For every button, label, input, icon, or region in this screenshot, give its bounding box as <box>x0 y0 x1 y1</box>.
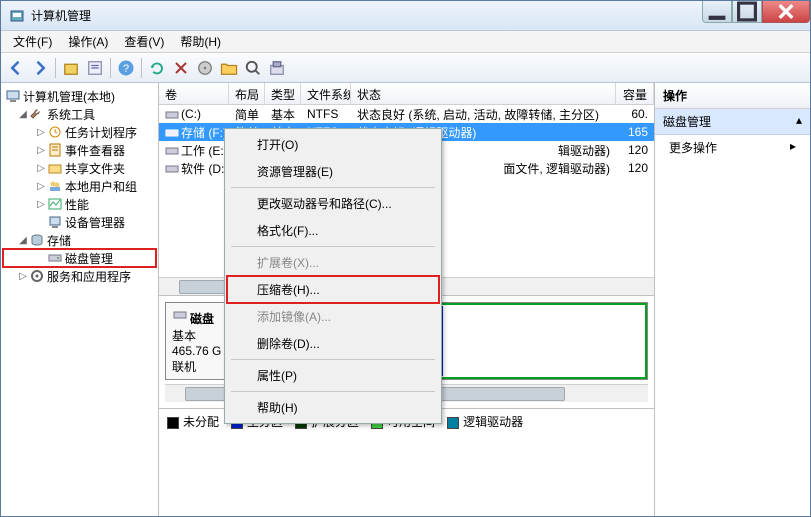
expand-icon[interactable]: ▷ <box>35 145 47 156</box>
tree-panel: 计算机管理(本地) ◢系统工具 ▷任务计划程序 ▷事件查看器 ▷共享文件夹 ▷本… <box>1 83 159 516</box>
properties-button[interactable] <box>84 57 106 79</box>
expand-icon[interactable]: ▷ <box>35 181 47 192</box>
col-layout[interactable]: 布局 <box>229 83 265 104</box>
menu-view[interactable]: 查看(V) <box>116 31 172 52</box>
ctx-explorer[interactable]: 资源管理器(E) <box>227 158 439 185</box>
minimize-button[interactable] <box>702 1 732 23</box>
tree-eventviewer[interactable]: ▷事件查看器 <box>3 141 156 159</box>
users-icon <box>47 178 63 194</box>
ctx-open[interactable]: 打开(O) <box>227 131 439 158</box>
expand-icon[interactable]: ▷ <box>35 127 47 138</box>
expand-icon[interactable]: ▷ <box>17 271 29 282</box>
drive-icon <box>165 163 179 175</box>
delete-icon[interactable] <box>170 57 192 79</box>
menu-help[interactable]: 帮助(H) <box>172 31 229 52</box>
legend-logical-icon <box>447 417 459 429</box>
up-button[interactable] <box>60 57 82 79</box>
expand-icon[interactable]: ▷ <box>35 163 47 174</box>
disk-icon <box>47 250 63 266</box>
open-folder-icon[interactable] <box>218 57 240 79</box>
disk-icon[interactable] <box>194 57 216 79</box>
menu-action[interactable]: 操作(A) <box>60 31 116 52</box>
collapse-icon[interactable]: ◢ <box>17 109 29 120</box>
svg-text:?: ? <box>123 62 129 74</box>
menubar: 文件(F) 操作(A) 查看(V) 帮助(H) <box>1 31 810 53</box>
ctx-delete[interactable]: 删除卷(D)... <box>227 330 439 357</box>
tree-diskmgmt[interactable]: 磁盘管理 <box>3 249 156 267</box>
tree-performance[interactable]: ▷性能 <box>3 195 156 213</box>
chevron-right-icon: ▸ <box>790 139 796 156</box>
wrench-icon <box>29 106 45 122</box>
ctx-props[interactable]: 属性(P) <box>227 362 439 389</box>
chevron-up-icon: ▴ <box>796 113 802 130</box>
settings-icon[interactable] <box>266 57 288 79</box>
drive-icon <box>165 127 179 139</box>
volume-header: 卷 布局 类型 文件系统 状态 容量 <box>159 83 654 105</box>
col-capacity[interactable]: 容量 <box>616 83 654 104</box>
actions-header: 操作 <box>655 83 810 109</box>
drive-icon <box>165 145 179 157</box>
help-button[interactable]: ? <box>115 57 137 79</box>
legend-unalloc-icon <box>167 417 179 429</box>
tree-scheduler[interactable]: ▷任务计划程序 <box>3 123 156 141</box>
ctx-format[interactable]: 格式化(F)... <box>227 217 439 244</box>
toolbar: ? <box>1 53 810 83</box>
actions-panel: 操作 磁盘管理▴ 更多操作▸ <box>655 83 810 516</box>
forward-button[interactable] <box>29 57 51 79</box>
actions-more[interactable]: 更多操作▸ <box>655 135 810 160</box>
titlebar: 计算机管理 <box>1 1 810 31</box>
table-row[interactable]: (C:) 简单 基本 NTFS 状态良好 (系统, 启动, 活动, 故障转储, … <box>159 105 654 123</box>
expand-icon[interactable]: ▷ <box>35 199 47 210</box>
ctx-help[interactable]: 帮助(H) <box>227 394 439 421</box>
tree-localusers[interactable]: ▷本地用户和组 <box>3 177 156 195</box>
maximize-button[interactable] <box>732 1 762 23</box>
back-button[interactable] <box>5 57 27 79</box>
window-controls <box>702 1 810 23</box>
drive-icon <box>165 109 179 121</box>
refresh-button[interactable] <box>146 57 168 79</box>
tree-sharedfolders[interactable]: ▷共享文件夹 <box>3 159 156 177</box>
device-icon <box>47 214 63 230</box>
storage-icon <box>29 232 45 248</box>
col-type[interactable]: 类型 <box>265 83 301 104</box>
performance-icon <box>47 196 63 212</box>
disk-icon <box>172 307 188 323</box>
tree-storage[interactable]: ◢存储 <box>3 231 156 249</box>
clock-icon <box>47 124 63 140</box>
ctx-mirror: 添加镜像(A)... <box>227 303 439 330</box>
computer-icon <box>5 88 21 104</box>
close-button[interactable] <box>762 1 810 23</box>
window-title: 计算机管理 <box>31 7 808 24</box>
collapse-icon[interactable]: ◢ <box>17 235 29 246</box>
tree-root[interactable]: 计算机管理(本地) <box>3 87 156 105</box>
ctx-shrink[interactable]: 压缩卷(H)... <box>227 276 439 303</box>
menu-file[interactable]: 文件(F) <box>5 31 60 52</box>
find-icon[interactable] <box>242 57 264 79</box>
ctx-extend: 扩展卷(X)... <box>227 249 439 276</box>
actions-diskmgmt[interactable]: 磁盘管理▴ <box>655 109 810 135</box>
ctx-change-letter[interactable]: 更改驱动器号和路径(C)... <box>227 190 439 217</box>
event-icon <box>47 142 63 158</box>
tree-devicemgr[interactable]: 设备管理器 <box>3 213 156 231</box>
services-icon <box>29 268 45 284</box>
col-status[interactable]: 状态 <box>351 83 616 104</box>
col-fs[interactable]: 文件系统 <box>301 83 351 104</box>
folder-share-icon <box>47 160 63 176</box>
app-icon <box>9 8 25 24</box>
tree-system-tools[interactable]: ◢系统工具 <box>3 105 156 123</box>
context-menu: 打开(O) 资源管理器(E) 更改驱动器号和路径(C)... 格式化(F)...… <box>224 128 442 424</box>
tree-services[interactable]: ▷服务和应用程序 <box>3 267 156 285</box>
col-volume[interactable]: 卷 <box>159 83 229 104</box>
